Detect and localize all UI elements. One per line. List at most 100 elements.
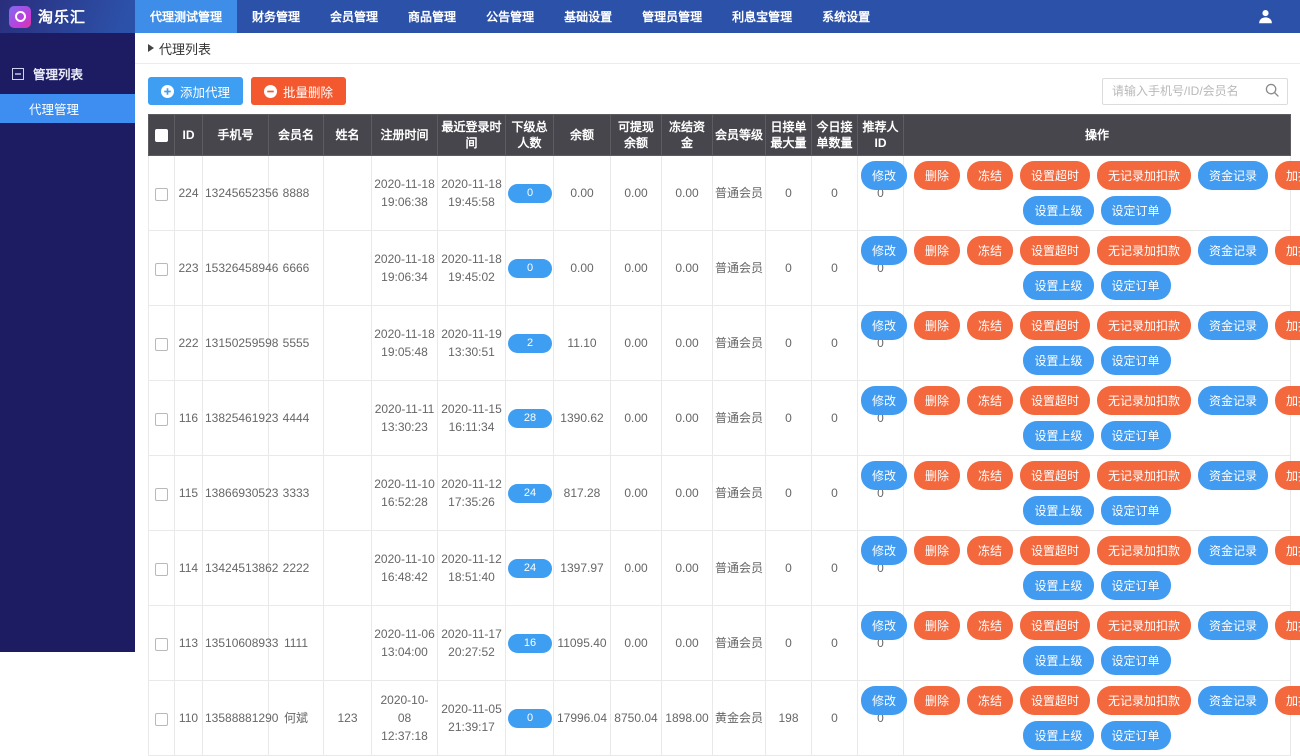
user-icon[interactable]: [1257, 8, 1274, 25]
action-button-设置超时[interactable]: 设置超时: [1020, 611, 1090, 640]
action-button-设置上级[interactable]: 设置上级: [1023, 646, 1093, 675]
nav-item-6[interactable]: 管理员管理: [627, 0, 717, 33]
sub-count-badge[interactable]: 28: [508, 409, 552, 428]
action-button-删除[interactable]: 删除: [914, 236, 960, 265]
action-button-删除[interactable]: 删除: [914, 611, 960, 640]
nav-item-5[interactable]: 基础设置: [549, 0, 627, 33]
action-button-无记录加扣款[interactable]: 无记录加扣款: [1097, 686, 1191, 715]
sub-count-badge[interactable]: 2: [508, 334, 552, 353]
search-icon[interactable]: [1265, 83, 1280, 98]
action-button-设置上级[interactable]: 设置上级: [1023, 196, 1093, 225]
action-button-设定订单[interactable]: 设定订单: [1101, 571, 1171, 600]
action-button-资金记录[interactable]: 资金记录: [1198, 686, 1268, 715]
action-button-冻结[interactable]: 冻结: [967, 536, 1013, 565]
action-button-资金记录[interactable]: 资金记录: [1198, 536, 1268, 565]
sidebar-item-agent-management[interactable]: 代理管理: [0, 94, 135, 123]
nav-item-3[interactable]: 商品管理: [393, 0, 471, 33]
action-button-修改[interactable]: 修改: [861, 161, 907, 190]
action-button-设置超时[interactable]: 设置超时: [1020, 386, 1090, 415]
action-button-删除[interactable]: 删除: [914, 161, 960, 190]
sub-count-badge[interactable]: 0: [508, 709, 552, 728]
action-button-加扣款[interactable]: 加扣款: [1275, 161, 1300, 190]
action-button-设置超时[interactable]: 设置超时: [1020, 686, 1090, 715]
action-button-修改[interactable]: 修改: [861, 386, 907, 415]
nav-item-4[interactable]: 公告管理: [471, 0, 549, 33]
action-button-修改[interactable]: 修改: [861, 536, 907, 565]
row-checkbox[interactable]: [155, 338, 168, 351]
batch-delete-button[interactable]: 批量删除: [251, 77, 346, 105]
nav-item-1[interactable]: 财务管理: [237, 0, 315, 33]
sub-count-badge[interactable]: 0: [508, 259, 552, 278]
action-button-加扣款[interactable]: 加扣款: [1275, 686, 1300, 715]
action-button-设置超时[interactable]: 设置超时: [1020, 461, 1090, 490]
action-button-无记录加扣款[interactable]: 无记录加扣款: [1097, 311, 1191, 340]
action-button-无记录加扣款[interactable]: 无记录加扣款: [1097, 161, 1191, 190]
action-button-设置超时[interactable]: 设置超时: [1020, 161, 1090, 190]
action-button-设定订单[interactable]: 设定订单: [1101, 721, 1171, 750]
action-button-设定订单[interactable]: 设定订单: [1101, 346, 1171, 375]
action-button-冻结[interactable]: 冻结: [967, 311, 1013, 340]
action-button-加扣款[interactable]: 加扣款: [1275, 461, 1300, 490]
sub-count-badge[interactable]: 24: [508, 559, 552, 578]
action-button-设定订单[interactable]: 设定订单: [1101, 271, 1171, 300]
nav-item-0[interactable]: 代理测试管理: [135, 0, 237, 33]
sub-count-badge[interactable]: 16: [508, 634, 552, 653]
action-button-冻结[interactable]: 冻结: [967, 611, 1013, 640]
action-button-设定订单[interactable]: 设定订单: [1101, 496, 1171, 525]
action-button-资金记录[interactable]: 资金记录: [1198, 236, 1268, 265]
action-button-冻结[interactable]: 冻结: [967, 686, 1013, 715]
action-button-冻结[interactable]: 冻结: [967, 236, 1013, 265]
action-button-无记录加扣款[interactable]: 无记录加扣款: [1097, 536, 1191, 565]
action-button-删除[interactable]: 删除: [914, 461, 960, 490]
action-button-资金记录[interactable]: 资金记录: [1198, 311, 1268, 340]
row-checkbox[interactable]: [155, 713, 168, 726]
action-button-删除[interactable]: 删除: [914, 386, 960, 415]
action-button-冻结[interactable]: 冻结: [967, 161, 1013, 190]
action-button-删除[interactable]: 删除: [914, 536, 960, 565]
action-button-修改[interactable]: 修改: [861, 311, 907, 340]
action-button-修改[interactable]: 修改: [861, 461, 907, 490]
action-button-修改[interactable]: 修改: [861, 611, 907, 640]
action-button-加扣款[interactable]: 加扣款: [1275, 236, 1300, 265]
action-button-冻结[interactable]: 冻结: [967, 386, 1013, 415]
action-button-加扣款[interactable]: 加扣款: [1275, 536, 1300, 565]
collapse-minus-icon[interactable]: [12, 68, 24, 80]
action-button-加扣款[interactable]: 加扣款: [1275, 386, 1300, 415]
action-button-设置上级[interactable]: 设置上级: [1023, 496, 1093, 525]
action-button-设置上级[interactable]: 设置上级: [1023, 271, 1093, 300]
action-button-无记录加扣款[interactable]: 无记录加扣款: [1097, 236, 1191, 265]
action-button-无记录加扣款[interactable]: 无记录加扣款: [1097, 611, 1191, 640]
row-checkbox[interactable]: [155, 488, 168, 501]
action-button-修改[interactable]: 修改: [861, 686, 907, 715]
select-all-checkbox[interactable]: [155, 129, 168, 142]
action-button-设置上级[interactable]: 设置上级: [1023, 421, 1093, 450]
action-button-资金记录[interactable]: 资金记录: [1198, 161, 1268, 190]
action-button-冻结[interactable]: 冻结: [967, 461, 1013, 490]
nav-item-7[interactable]: 利息宝管理: [717, 0, 807, 33]
action-button-修改[interactable]: 修改: [861, 236, 907, 265]
action-button-删除[interactable]: 删除: [914, 311, 960, 340]
action-button-设定订单[interactable]: 设定订单: [1101, 196, 1171, 225]
row-checkbox[interactable]: [155, 263, 168, 276]
action-button-删除[interactable]: 删除: [914, 686, 960, 715]
action-button-设置超时[interactable]: 设置超时: [1020, 236, 1090, 265]
action-button-加扣款[interactable]: 加扣款: [1275, 311, 1300, 340]
row-checkbox[interactable]: [155, 188, 168, 201]
action-button-设置超时[interactable]: 设置超时: [1020, 311, 1090, 340]
nav-item-2[interactable]: 会员管理: [315, 0, 393, 33]
action-button-设置超时[interactable]: 设置超时: [1020, 536, 1090, 565]
add-agent-button[interactable]: 添加代理: [148, 77, 243, 105]
action-button-设定订单[interactable]: 设定订单: [1101, 646, 1171, 675]
row-checkbox[interactable]: [155, 638, 168, 651]
action-button-设定订单[interactable]: 设定订单: [1101, 421, 1171, 450]
action-button-设置上级[interactable]: 设置上级: [1023, 721, 1093, 750]
sub-count-badge[interactable]: 0: [508, 184, 552, 203]
action-button-无记录加扣款[interactable]: 无记录加扣款: [1097, 461, 1191, 490]
action-button-设置上级[interactable]: 设置上级: [1023, 346, 1093, 375]
action-button-加扣款[interactable]: 加扣款: [1275, 611, 1300, 640]
sub-count-badge[interactable]: 24: [508, 484, 552, 503]
action-button-资金记录[interactable]: 资金记录: [1198, 461, 1268, 490]
row-checkbox[interactable]: [155, 563, 168, 576]
user-menu[interactable]: [1247, 0, 1300, 33]
row-checkbox[interactable]: [155, 413, 168, 426]
